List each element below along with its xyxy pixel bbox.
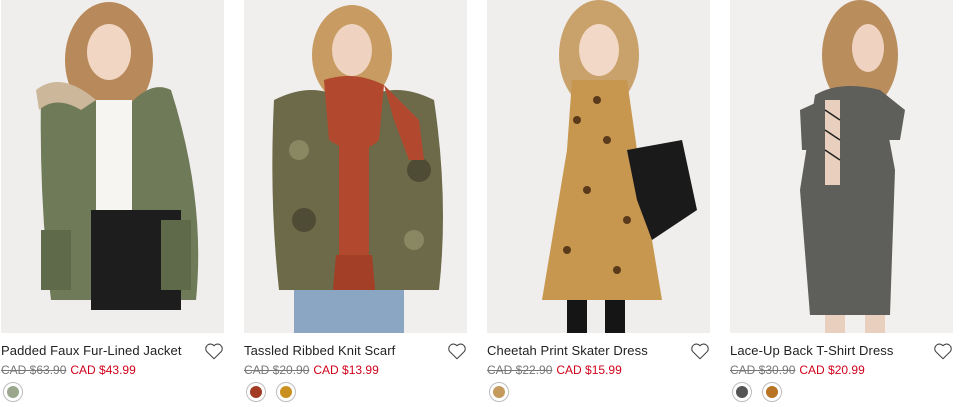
original-price: CAD $30.90 bbox=[730, 363, 796, 377]
product-title[interactable]: Tassled Ribbed Knit Scarf bbox=[244, 343, 395, 358]
product-card[interactable]: Tassled Ribbed Knit Scarf CAD $20.90 CAD … bbox=[244, 0, 467, 407]
sale-price: CAD $43.99 bbox=[70, 363, 136, 377]
swatch-color bbox=[250, 386, 262, 398]
original-price: CAD $22.90 bbox=[487, 363, 553, 377]
color-swatch-mustard[interactable] bbox=[276, 382, 296, 402]
swatch-color bbox=[766, 386, 778, 398]
swatch-color bbox=[7, 386, 19, 398]
swatch-color bbox=[736, 386, 748, 398]
price-block: CAD $22.90 CAD $15.99 bbox=[487, 363, 622, 377]
product-title[interactable]: Lace-Up Back T-Shirt Dress bbox=[730, 343, 893, 358]
swatch-color bbox=[280, 386, 292, 398]
color-swatch-charcoal[interactable] bbox=[732, 382, 752, 402]
price-block: CAD $20.90 CAD $13.99 bbox=[244, 363, 379, 377]
swatch-color bbox=[493, 386, 505, 398]
heart-icon[interactable] bbox=[447, 342, 467, 360]
product-image[interactable] bbox=[244, 0, 467, 333]
product-card[interactable]: Padded Faux Fur-Lined Jacket CAD $63.90 C… bbox=[1, 0, 224, 407]
price-block: CAD $30.90 CAD $20.99 bbox=[730, 363, 865, 377]
product-image[interactable] bbox=[487, 0, 710, 333]
color-swatches bbox=[732, 382, 782, 402]
product-title[interactable]: Padded Faux Fur-Lined Jacket bbox=[1, 343, 182, 358]
sale-price: CAD $15.99 bbox=[556, 363, 622, 377]
heart-icon[interactable] bbox=[690, 342, 710, 360]
product-card[interactable]: Cheetah Print Skater Dress CAD $22.90 CAD… bbox=[487, 0, 710, 407]
sale-price: CAD $13.99 bbox=[313, 363, 379, 377]
color-swatch-olive[interactable] bbox=[3, 382, 23, 402]
color-swatches bbox=[3, 382, 23, 402]
heart-icon[interactable] bbox=[204, 342, 224, 360]
color-swatch-rust[interactable] bbox=[246, 382, 266, 402]
color-swatches bbox=[489, 382, 509, 402]
product-card[interactable]: Lace-Up Back T-Shirt Dress CAD $30.90 CAD… bbox=[730, 0, 953, 407]
price-block: CAD $63.90 CAD $43.99 bbox=[1, 363, 136, 377]
color-swatch-cheetah[interactable] bbox=[489, 382, 509, 402]
heart-icon[interactable] bbox=[933, 342, 953, 360]
original-price: CAD $20.90 bbox=[244, 363, 310, 377]
original-price: CAD $63.90 bbox=[1, 363, 67, 377]
product-title[interactable]: Cheetah Print Skater Dress bbox=[487, 343, 648, 358]
color-swatch-brown[interactable] bbox=[762, 382, 782, 402]
color-swatches bbox=[246, 382, 296, 402]
product-image[interactable] bbox=[1, 0, 224, 333]
product-grid: Padded Faux Fur-Lined Jacket CAD $63.90 C… bbox=[0, 0, 968, 407]
product-image[interactable] bbox=[730, 0, 953, 333]
sale-price: CAD $20.99 bbox=[799, 363, 865, 377]
